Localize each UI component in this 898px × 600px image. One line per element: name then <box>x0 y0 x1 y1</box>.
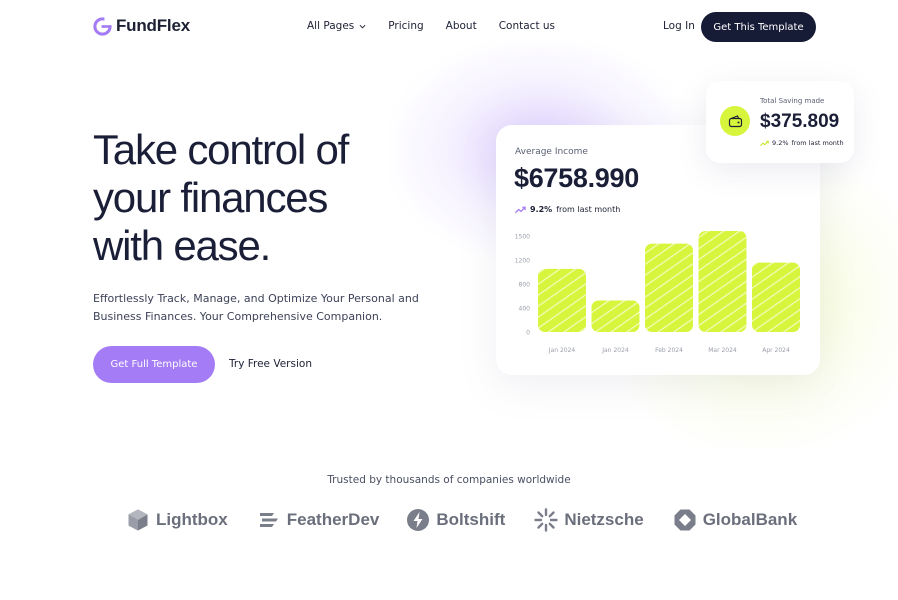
octagon-icon <box>674 509 696 531</box>
sunburst-icon <box>534 508 559 532</box>
income-value: $6758.990 <box>514 163 639 193</box>
chevron-down-icon <box>359 24 366 28</box>
y-tick-label: 400 <box>519 306 531 313</box>
chart-bar <box>538 268 586 332</box>
brand-name: Nietzsche <box>564 510 644 529</box>
x-tick-label: Apr 2024 <box>762 347 790 354</box>
saving-change-pct: 9.2% <box>772 139 789 147</box>
y-tick-label: 1500 <box>515 234 530 241</box>
feather-lines-icon <box>259 513 278 527</box>
logo-icon <box>93 16 112 36</box>
hero-title-line: Take control of <box>93 126 349 173</box>
nav-about[interactable]: About <box>446 20 477 32</box>
saving-change: 9.2% from last month <box>760 139 844 147</box>
x-tick-label: Mar 2024 <box>708 347 737 354</box>
saving-card: Total Saving made $375.809 9.2% from las… <box>706 81 854 163</box>
login-link[interactable]: Log In <box>663 20 695 32</box>
income-change: 9.2% from last month <box>515 205 620 214</box>
hero-title-line: with ease. <box>93 222 271 269</box>
hero-subtitle-line: Business Finances. Your Comprehensive Co… <box>93 310 383 323</box>
hero-title-line: your finances <box>93 174 328 221</box>
trend-up-icon <box>760 140 769 146</box>
nav-pricing[interactable]: Pricing <box>388 20 423 32</box>
chart-bar <box>698 231 747 332</box>
nav-all-pages-label: All Pages <box>307 20 355 32</box>
navbar: FundFlex All Pages Pricing About Contact… <box>0 0 898 54</box>
logo-text: FundFlex <box>116 16 190 35</box>
brand-name: FeatherDev <box>286 510 380 529</box>
income-change-pct: 9.2% <box>530 205 553 214</box>
chart-bar <box>591 300 640 332</box>
saving-label: Total Saving made <box>760 97 825 105</box>
partner-logos: Lightbox FeatherDev Boltshift Nietzsche <box>126 508 797 532</box>
saving-change-text: from last month <box>791 139 844 147</box>
y-tick-label: 800 <box>519 282 531 289</box>
hero-subtitle: Effortlessly Track, Manage, and Optimize… <box>93 290 423 326</box>
get-full-template-button[interactable]: Get Full Template <box>93 346 215 383</box>
income-change-text: from last month <box>556 205 621 214</box>
saving-value: $375.809 <box>760 111 840 132</box>
nav-links: All Pages Pricing About Contact us <box>307 20 555 32</box>
bolt-icon <box>407 509 430 531</box>
income-label: Average Income <box>515 147 588 157</box>
nav-contact[interactable]: Contact us <box>499 20 555 32</box>
wallet-icon-badge <box>720 106 750 136</box>
brand-globalbank: GlobalBank <box>673 508 797 532</box>
income-bar-chart: 0 400 800 1200 1500 Jan 2024 Jan 2024 Feb 2024… <box>515 231 800 354</box>
hero-title: Take control of your finances with ease. <box>93 126 423 270</box>
brand-featherdev: FeatherDev <box>257 508 380 532</box>
nav-all-pages[interactable]: All Pages <box>307 20 366 32</box>
brand-lightbox: Lightbox <box>126 508 228 532</box>
x-tick-label: Jan 2024 <box>601 347 629 354</box>
wallet-icon <box>728 114 742 127</box>
brand-nietzsche: Nietzsche <box>534 508 644 532</box>
x-tick-label: Feb 2024 <box>655 347 683 354</box>
brand-name: Boltshift <box>436 510 506 529</box>
chart-bar <box>752 262 800 332</box>
get-template-button[interactable]: Get This Template <box>701 12 816 42</box>
hero-subtitle-line: Effortlessly Track, Manage, and Optimize… <box>93 292 419 305</box>
y-tick-label: 1200 <box>515 258 530 265</box>
y-tick-label: 0 <box>526 330 530 337</box>
try-free-version-button[interactable]: Try Free Version <box>229 358 312 370</box>
trend-up-icon <box>515 206 526 213</box>
x-tick-label: Jan 2024 <box>548 347 576 354</box>
chart-bar <box>645 243 693 332</box>
brand-boltshift: Boltshift <box>406 508 505 532</box>
cube-icon <box>128 509 148 531</box>
brand-name: GlobalBank <box>702 510 798 529</box>
logo[interactable]: FundFlex <box>93 16 190 36</box>
brand-name: Lightbox <box>156 510 228 529</box>
trusted-by-text: Trusted by thousands of companies worldw… <box>327 474 571 486</box>
